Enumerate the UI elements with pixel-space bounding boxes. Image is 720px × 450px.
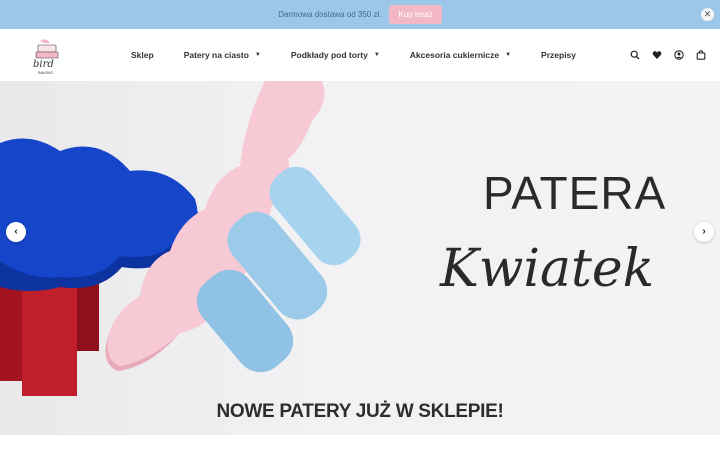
header-icons [618, 29, 706, 81]
nav-item-label: Przepisy [541, 50, 577, 60]
carousel-next-button[interactable]: › [694, 222, 714, 242]
bag-icon[interactable] [696, 50, 706, 60]
nav-item-label: Podkłady pod torty [290, 50, 368, 60]
announcement-text: Darmowa dostawa od 350 zł. [278, 10, 382, 19]
hero-product-image: Kwiatek [0, 81, 654, 396]
nav-item-przepisy[interactable]: Przepisy [541, 50, 576, 60]
chevron-down-icon: ▼ [373, 52, 380, 58]
search-icon[interactable] [630, 50, 640, 60]
account-icon[interactable] [674, 50, 684, 60]
site-header: bird BAKING Sklep Patery na ciasto ▼ Pod… [0, 29, 720, 81]
hero-script-title: Kwiatek [439, 239, 654, 299]
chevron-down-icon: ▼ [254, 52, 261, 58]
shop-now-button[interactable]: Kup teraz [389, 5, 442, 24]
hero-title: PATERA [483, 167, 667, 219]
logo-subtext: BAKING [38, 70, 53, 75]
announcement-bar: Darmowa dostawa od 350 zł. Kup teraz ✕ [0, 0, 720, 29]
nav-item-label: Patery na ciasto [183, 50, 249, 60]
close-announcement-button[interactable]: ✕ [701, 8, 714, 21]
page-bottom [0, 435, 720, 450]
brand-logo[interactable]: bird BAKING [26, 37, 68, 75]
heart-icon[interactable] [652, 50, 662, 60]
carousel-prev-button[interactable]: ‹ [6, 222, 26, 242]
nav-item-label: Akcesoria cukiernicze [409, 50, 500, 60]
chevron-down-icon: ▼ [505, 52, 512, 58]
main-nav: Sklep Patery na ciasto ▼ Podkłady pod to… [131, 29, 606, 81]
nav-item-akcesoria[interactable]: Akcesoria cukiernicze ▼ [410, 50, 511, 60]
logo-text: bird [33, 59, 54, 70]
nav-item-sklep[interactable]: Sklep [131, 50, 154, 60]
hero-banner[interactable]: Kwiatek PATERA NOWE PATERY JUŻ W SKLEPIE… [0, 81, 720, 435]
nav-item-patery[interactable]: Patery na ciasto ▼ [184, 50, 261, 60]
nav-item-label: Sklep [131, 50, 154, 60]
hero-caption: NOWE PATERY JUŻ W SKLEPIE! [216, 401, 504, 422]
nav-item-podklady[interactable]: Podkłady pod torty ▼ [291, 50, 380, 60]
